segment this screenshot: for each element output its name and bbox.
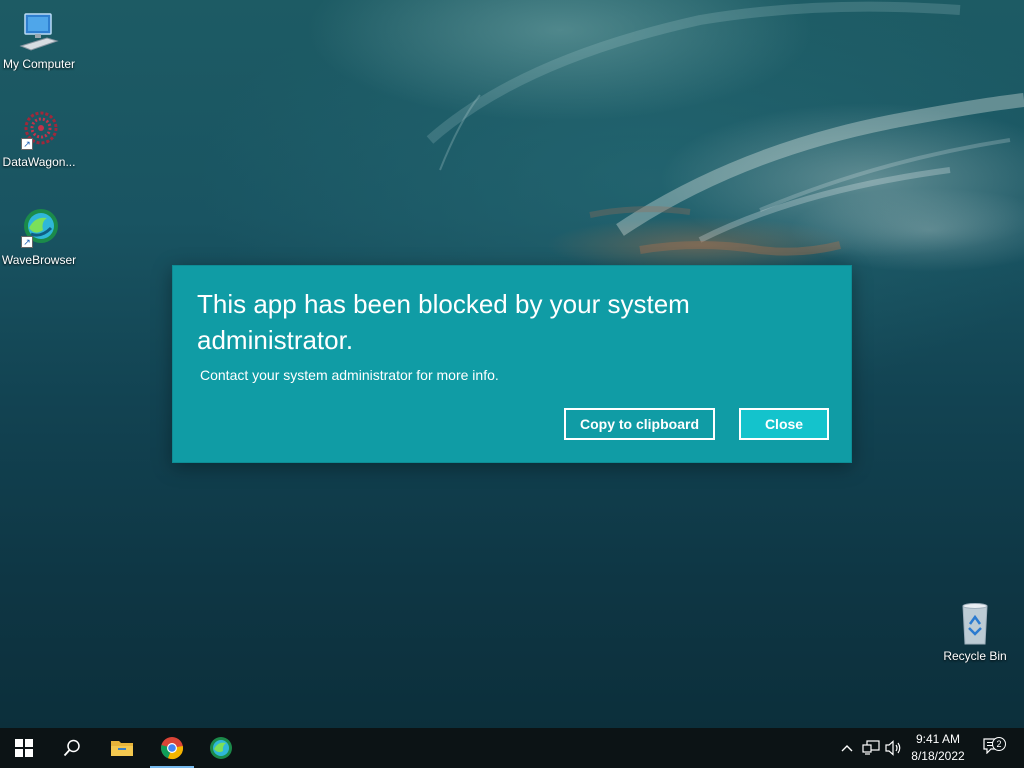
taskbar: 9:41 AM 8/18/2022 2 bbox=[0, 728, 1024, 768]
chevron-up-icon bbox=[841, 745, 853, 752]
desktop-icon-label: My Computer bbox=[2, 57, 76, 71]
desktop-icon-my-computer[interactable]: My Computer bbox=[0, 10, 78, 71]
dialog-message: Contact your system administrator for mo… bbox=[200, 367, 499, 383]
clock-date: 8/18/2022 bbox=[911, 749, 965, 763]
computer-icon bbox=[17, 10, 61, 54]
start-button[interactable] bbox=[0, 728, 48, 768]
show-hidden-icons-button[interactable] bbox=[838, 728, 856, 768]
network-icon bbox=[862, 740, 880, 755]
desktop-icon-wavebrowser[interactable]: ↗ WaveBrowser bbox=[0, 206, 78, 267]
datawagon-icon: ↗ bbox=[17, 108, 61, 152]
close-button[interactable]: Close bbox=[739, 408, 829, 440]
chrome-icon bbox=[161, 737, 183, 760]
desktop-icon-recycle-bin[interactable]: Recycle Bin bbox=[936, 602, 1014, 663]
volume-button[interactable] bbox=[884, 728, 904, 768]
desktop-icon-datawagon[interactable]: ↗ DataWagon... bbox=[0, 108, 78, 169]
wavebrowser-icon: ↗ bbox=[17, 206, 61, 250]
search-icon bbox=[63, 739, 80, 757]
file-explorer-button[interactable] bbox=[98, 728, 146, 768]
taskbar-clock[interactable]: 9:41 AM 8/18/2022 bbox=[902, 731, 974, 767]
shortcut-arrow-icon: ↗ bbox=[21, 236, 33, 248]
folder-icon bbox=[111, 741, 133, 756]
wavebrowser-icon bbox=[210, 737, 232, 759]
desktop-icon-label: Recycle Bin bbox=[943, 649, 1007, 663]
wavebrowser-taskbar-button[interactable] bbox=[197, 728, 245, 768]
search-button[interactable] bbox=[48, 728, 96, 768]
notification-count-badge: 2 bbox=[992, 737, 1006, 751]
desktop-icon-label: DataWagon... bbox=[2, 155, 76, 169]
action-center-button[interactable]: 2 bbox=[980, 728, 1006, 768]
shortcut-arrow-icon: ↗ bbox=[21, 138, 33, 150]
clock-time: 9:41 AM bbox=[915, 732, 961, 746]
network-button[interactable] bbox=[860, 728, 882, 768]
chrome-taskbar-button[interactable] bbox=[148, 728, 196, 768]
dialog-title: This app has been blocked by your system… bbox=[197, 289, 690, 355]
app-blocked-dialog: This app has been blocked by your system… bbox=[172, 265, 852, 463]
speaker-icon bbox=[885, 740, 901, 756]
windows-logo-icon bbox=[15, 739, 33, 757]
recycle-bin-icon bbox=[953, 602, 997, 646]
copy-to-clipboard-button[interactable]: Copy to clipboard bbox=[564, 408, 715, 440]
desktop-icon-label: WaveBrowser bbox=[1, 253, 77, 267]
